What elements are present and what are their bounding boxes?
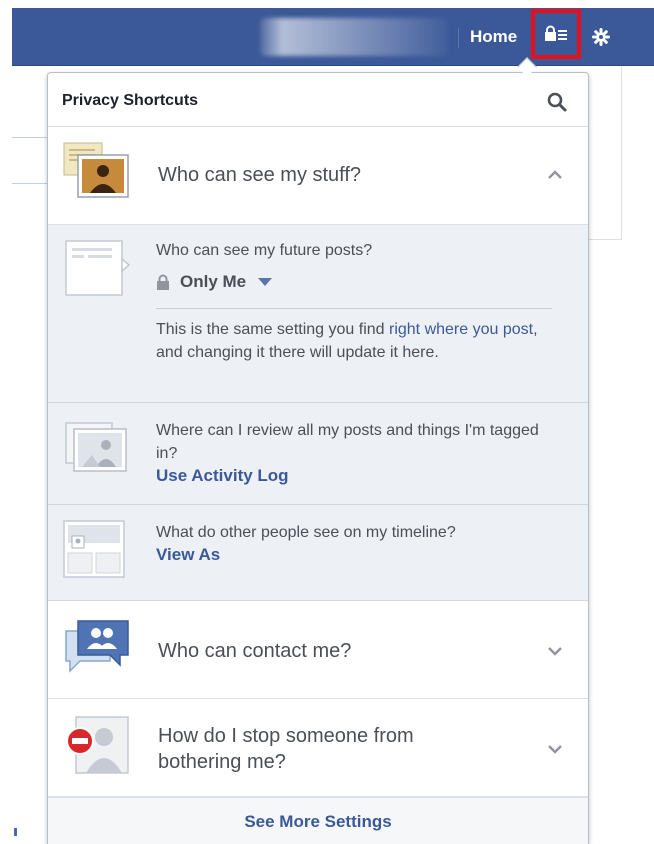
audience-value: Only Me: [180, 272, 247, 291]
section-who-can-contact-me[interactable]: Who can contact me?: [48, 601, 588, 699]
blurred-profile-name[interactable]: [260, 18, 448, 56]
review-question: Where can I review all my posts and thin…: [156, 422, 539, 462]
privacy-shortcuts-panel: Privacy Shortcuts Who can see my stuff? …: [47, 72, 589, 844]
section-stop-someone-bothering[interactable]: How do I stop someone from bothering me?: [48, 699, 588, 797]
chevron-down-icon[interactable]: [546, 743, 564, 755]
future-posts-question: Who can see my future posts?: [156, 242, 373, 259]
panel-title: Privacy Shortcuts: [62, 92, 199, 109]
panel-footer: See More Settings: [48, 797, 588, 844]
page: Home Privacy Shortcuts Who can see my st…: [0, 0, 654, 844]
panel-header: Privacy Shortcuts: [48, 73, 588, 127]
lock-list-icon: [545, 25, 567, 41]
people-chat-icon: [65, 620, 129, 673]
search-icon: [547, 92, 567, 112]
gear-icon: [592, 28, 610, 46]
nav-separator: [458, 28, 459, 48]
see-more-settings-link[interactable]: See More Settings: [244, 812, 391, 832]
background-divider: [12, 183, 48, 184]
section-label: Who can contact me?: [158, 640, 352, 662]
background-fragment: [14, 828, 17, 836]
section-header[interactable]: Who can contact me?: [48, 601, 588, 699]
timeline-view-item: What do other people see on my timeline?…: [48, 505, 588, 601]
top-bar: Home: [12, 8, 654, 66]
photos-icon: [65, 422, 127, 472]
lock-icon: [157, 274, 169, 290]
section-who-can-see-my-stuff[interactable]: Who can see my stuff?: [48, 127, 588, 225]
section-header[interactable]: How do I stop someone from bothering me?: [48, 699, 588, 797]
section-label: Who can see my stuff?: [158, 164, 362, 186]
use-activity-log-link[interactable]: Use Activity Log: [156, 466, 289, 486]
section-header[interactable]: Who can see my stuff?: [48, 127, 588, 225]
audience-selector[interactable]: Only Me: [156, 272, 273, 292]
chevron-up-icon[interactable]: [546, 169, 564, 181]
background-card: [588, 66, 622, 240]
timeline-icon: [63, 520, 125, 578]
settings-button[interactable]: [590, 26, 612, 48]
chevron-down-icon[interactable]: [546, 645, 564, 657]
right-where-you-post-link[interactable]: right where you post: [389, 321, 533, 338]
home-link[interactable]: Home: [470, 27, 517, 47]
privacy-shortcuts-button[interactable]: [531, 9, 581, 59]
setting-explanation: This is the same setting you find right …: [156, 318, 556, 364]
search-button[interactable]: [546, 91, 568, 113]
background-divider: [12, 137, 48, 138]
section-label: How do I stop someone from bothering me?: [158, 725, 414, 773]
future-posts-item: Who can see my future posts? Only Me Thi…: [48, 225, 588, 403]
review-posts-item: Where can I review all my posts and thin…: [48, 403, 588, 505]
explanation-text: This is the same setting you find: [156, 321, 389, 338]
timeline-question: What do other people see on my timeline?: [156, 524, 456, 541]
block-person-icon: [66, 716, 129, 774]
photo-stack-icon: [63, 142, 129, 198]
dropdown-arrow-icon: [258, 278, 273, 286]
view-as-link[interactable]: View As: [156, 545, 220, 565]
divider: [156, 308, 552, 309]
post-icon: [65, 240, 131, 296]
